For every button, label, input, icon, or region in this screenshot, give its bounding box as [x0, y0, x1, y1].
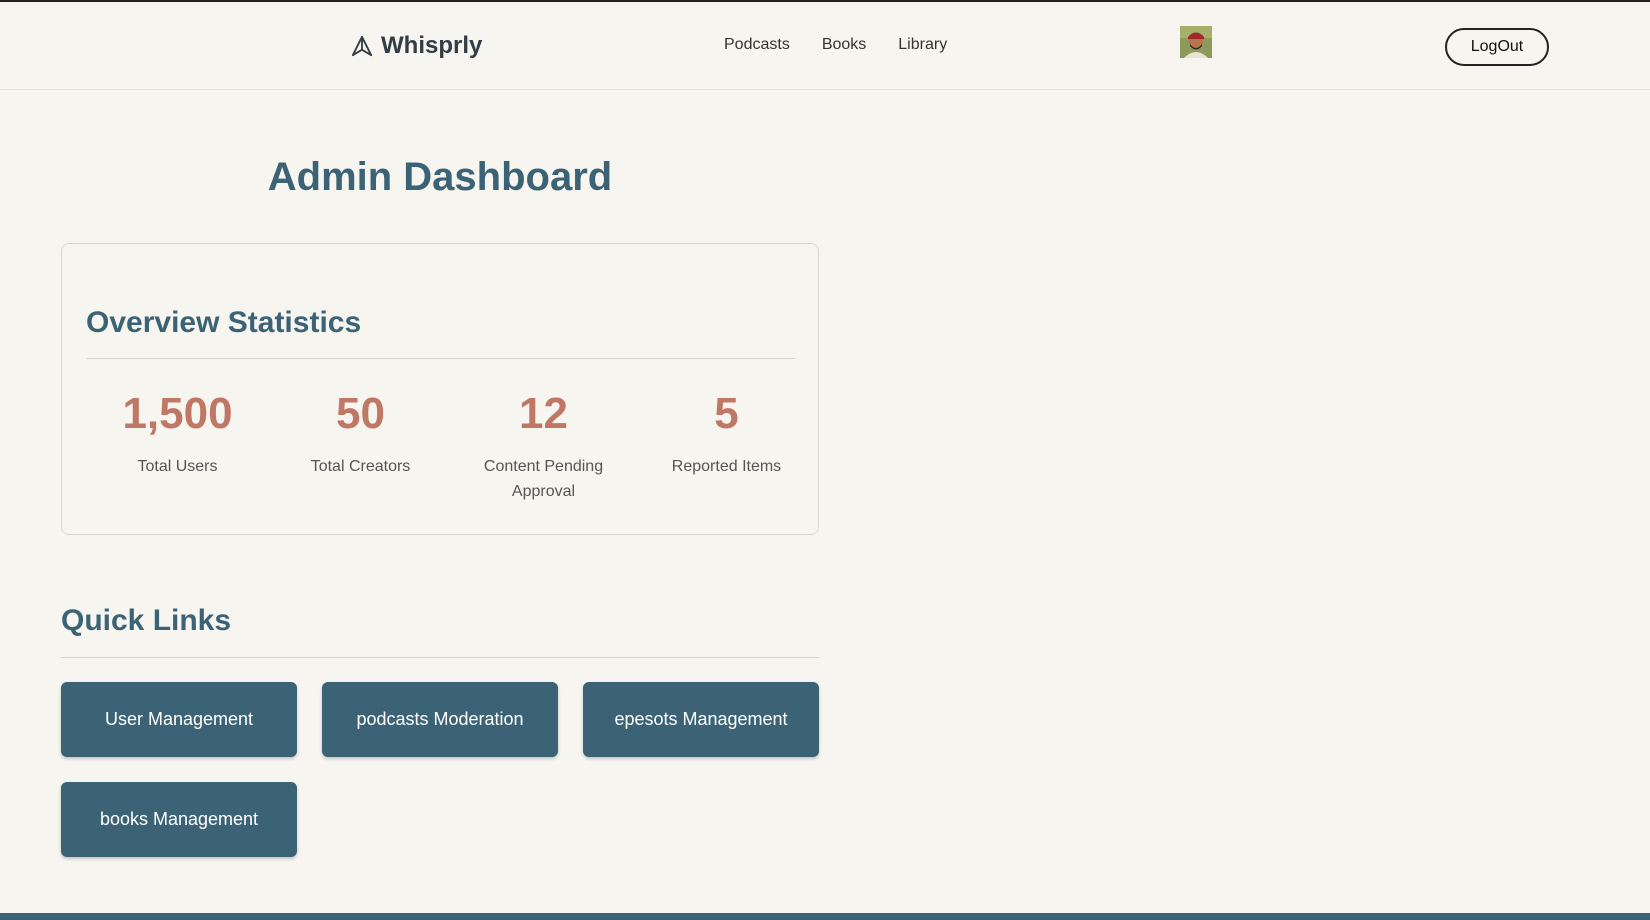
stat-reported-items: 5 Reported Items [635, 392, 818, 504]
stat-value: 5 [714, 389, 739, 438]
overview-statistics-card: Overview Statistics 1,500 Total Users 50… [61, 243, 819, 535]
stat-value: 1,500 [122, 389, 233, 438]
user-avatar[interactable] [1180, 26, 1212, 58]
user-management-button[interactable]: User Management [61, 682, 297, 757]
stat-content-pending: 12 Content Pending Approval [452, 392, 635, 504]
overview-title: Overview Statistics [86, 306, 362, 339]
brand-name: Whisprly [381, 32, 483, 59]
stat-value: 12 [519, 389, 568, 438]
stat-total-creators: 50 Total Creators [269, 392, 452, 504]
books-management-button[interactable]: books Management [61, 782, 297, 857]
podcasts-moderation-button[interactable]: podcasts Moderation [322, 682, 558, 757]
stat-value: 50 [336, 389, 385, 438]
stat-total-users: 1,500 Total Users [86, 392, 269, 504]
stat-label: Reported Items [671, 458, 782, 475]
paper-plane-icon [351, 35, 373, 57]
brand-logo[interactable]: Whisprly [351, 32, 482, 60]
quick-links-grid: User Management podcasts Moderation epes… [61, 682, 819, 857]
divider [86, 358, 795, 359]
avatar-image [1180, 26, 1212, 58]
stat-label: Total Creators [310, 458, 411, 475]
stat-label: Total Users [137, 458, 218, 475]
stat-label: Content Pending Approval [483, 458, 604, 500]
epesots-management-button[interactable]: epesots Management [583, 682, 819, 757]
quick-links-title: Quick Links [61, 604, 232, 637]
nav-library[interactable]: Library [898, 36, 947, 54]
divider [61, 657, 819, 658]
footer-bar [0, 913, 1650, 920]
nav-podcasts[interactable]: Podcasts [724, 36, 790, 54]
nav-books[interactable]: Books [822, 36, 866, 54]
top-navbar: Whisprly Podcasts Books Library LogOut [0, 2, 1650, 90]
logout-button[interactable]: LogOut [1445, 28, 1549, 66]
page-title: Admin Dashboard [267, 155, 613, 199]
main-nav: Podcasts Books Library [724, 36, 947, 54]
stats-row: 1,500 Total Users 50 Total Creators 12 C… [86, 392, 818, 504]
